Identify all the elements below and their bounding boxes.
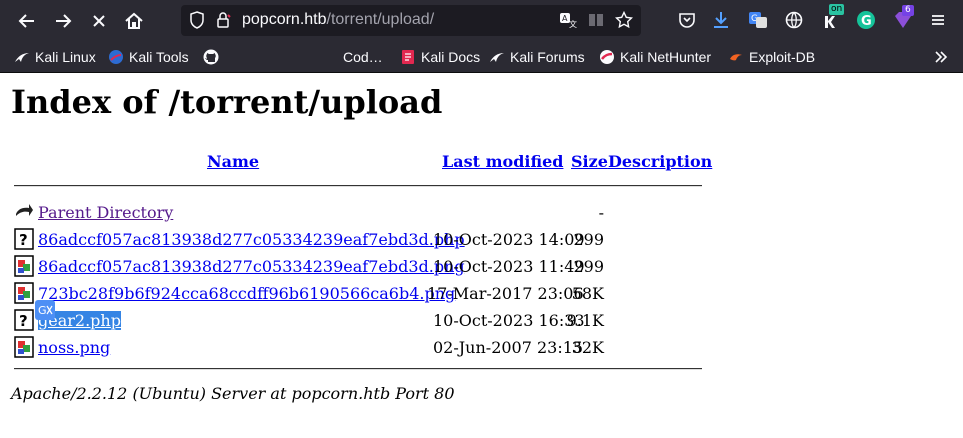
- image-file-icon: [14, 255, 34, 277]
- translate-selection-icon[interactable]: G: [35, 300, 55, 320]
- menu-button[interactable]: [928, 10, 948, 30]
- svg-text:G: G: [861, 14, 872, 29]
- on-badge: on: [829, 4, 845, 15]
- bookmark-kali-docs[interactable]: Kali Docs: [400, 47, 480, 67]
- bookmark-label: Kali Docs: [421, 49, 481, 65]
- file-size: 32K: [571, 338, 604, 357]
- image-file-icon: [14, 336, 34, 358]
- svg-text:?: ?: [19, 231, 28, 249]
- chevron-double-right-icon: [935, 51, 948, 63]
- bookmark-label: Exploit-DB: [749, 49, 816, 65]
- file-link[interactable]: 86adccf057ac813938d277c05334239eaf7ebd3d…: [38, 257, 465, 276]
- bookmark-kali-linux[interactable]: Kali Linux: [14, 47, 96, 67]
- bookmark-label: Kali Forums: [510, 49, 585, 65]
- hamburger-icon: [932, 15, 944, 25]
- file-link[interactable]: noss.png: [38, 338, 110, 357]
- bookmark-github[interactable]: [203, 47, 224, 67]
- back-icon: [16, 204, 33, 216]
- bookmark-kali-nethunter[interactable]: Kali NetHunter: [599, 47, 711, 67]
- last-modified: 02-Jun-2007 23:15: [433, 338, 584, 357]
- divider: [14, 368, 702, 370]
- column-header-description[interactable]: Description: [608, 152, 712, 171]
- bookmark-label: Kali NetHunter: [620, 49, 712, 65]
- grammarly-icon[interactable]: G: [856, 10, 876, 30]
- table-row: 86adccf057ac813938d277c05334239eaf7ebd3d…: [0, 254, 963, 281]
- bookmarks-toolbar: Kali Linux Kali Tools Cod… Kali Docs Kal…: [0, 42, 963, 73]
- back-button[interactable]: [14, 8, 40, 34]
- bookmarks-overflow-button[interactable]: [933, 47, 954, 67]
- reader-view-icon[interactable]: [587, 11, 605, 29]
- page-content: Index of /torrent/upload Name Last modif…: [0, 73, 963, 438]
- arrow-left-icon: [18, 14, 34, 28]
- close-icon: [93, 15, 105, 27]
- arrow-right-icon: [56, 14, 72, 28]
- download-icon[interactable]: [711, 10, 731, 30]
- pocket-icon[interactable]: [677, 10, 697, 30]
- kali-forums-icon: [490, 53, 504, 62]
- file-link[interactable]: Parent Directory: [38, 203, 173, 222]
- table-row: Parent Directory -: [0, 200, 963, 227]
- bookmark-star-icon[interactable]: [614, 10, 634, 29]
- unknown-file-icon: ?: [14, 309, 34, 331]
- bookmark-label: Cod…: [343, 49, 383, 65]
- last-modified: 10-Oct-2023 14:09: [433, 230, 585, 249]
- table-row: 723bc28f9b6f924cca68ccdff96b6190566ca6b4…: [0, 281, 963, 308]
- url-text[interactable]: popcorn.htb/torrent/upload/: [242, 11, 434, 29]
- server-signature: Apache/2.2.12 (Ubuntu) Server at popcorn…: [11, 384, 455, 403]
- last-modified: 10-Oct-2023 16:33: [433, 311, 585, 330]
- extension-badge-icon[interactable]: 6: [893, 5, 914, 30]
- translate-extension-icon[interactable]: G: [748, 10, 768, 30]
- bookmark-label: Kali Tools: [129, 49, 189, 65]
- shield-icon[interactable]: [189, 11, 205, 29]
- hackbar-icon[interactable]: on: [820, 4, 845, 30]
- column-header-size[interactable]: Size: [571, 152, 608, 171]
- table-row: noss.png 02-Jun-2007 23:15 32K: [0, 335, 963, 362]
- bookmark-cod[interactable]: Cod…: [343, 47, 383, 67]
- home-icon: [125, 12, 143, 29]
- image-file-icon: [14, 282, 34, 304]
- file-size: -: [598, 203, 604, 222]
- svg-text:G: G: [38, 304, 47, 317]
- page-title: Index of /torrent/upload: [11, 83, 443, 121]
- file-size: 299: [573, 230, 604, 249]
- stop-button[interactable]: [86, 8, 112, 34]
- table-row: ? 86adccf057ac813938d277c05334239eaf7ebd…: [0, 227, 963, 254]
- file-size: 9.1K: [566, 311, 604, 330]
- svg-text:文: 文: [569, 19, 577, 29]
- table-row: ? gear2.php 10-Oct-2023 16:33 9.1K: [0, 308, 963, 335]
- lock-icon[interactable]: [215, 11, 231, 29]
- browser-toolbar: popcorn.htb/torrent/upload/ A文 G on G 6: [0, 0, 963, 42]
- column-header-name[interactable]: Name: [207, 152, 259, 171]
- file-link[interactable]: 723bc28f9b6f924cca68ccdff96b6190566ca6b4…: [38, 284, 455, 303]
- address-bar[interactable]: popcorn.htb/torrent/upload/ A文: [181, 5, 641, 36]
- bookmark-label: Kali Linux: [35, 49, 96, 65]
- file-size: 58K: [571, 284, 604, 303]
- unknown-file-icon: ?: [14, 228, 34, 250]
- bookmark-kali-forums[interactable]: Kali Forums: [489, 47, 585, 67]
- svg-text:?: ?: [19, 312, 28, 330]
- kali-dragon-icon: [15, 53, 29, 62]
- svg-text:A: A: [562, 14, 568, 23]
- translate-icon[interactable]: A文: [559, 11, 577, 29]
- bookmark-exploit-db[interactable]: Exploit-DB: [728, 47, 815, 67]
- forward-button[interactable]: [50, 8, 76, 34]
- exploit-db-icon: [730, 54, 742, 61]
- file-link[interactable]: 86adccf057ac813938d277c05334239eaf7ebd3d…: [38, 230, 465, 249]
- kali-tools-icon: [109, 50, 123, 64]
- last-modified: 10-Oct-2023 11:49: [433, 257, 585, 276]
- column-header-last-modified[interactable]: Last modified: [442, 152, 563, 171]
- count-badge: 6: [902, 5, 914, 16]
- url-host: popcorn.htb: [242, 11, 327, 28]
- nethunter-icon: [600, 50, 614, 64]
- bookmark-kali-tools[interactable]: Kali Tools: [108, 47, 189, 67]
- github-icon: [203, 49, 219, 65]
- globe-icon[interactable]: [784, 10, 804, 30]
- divider: [14, 185, 702, 187]
- kali-docs-icon: [402, 50, 414, 64]
- file-size: 299: [573, 257, 604, 276]
- last-modified: 17-Mar-2017 23:06: [427, 284, 584, 303]
- url-path: /torrent/upload/: [326, 11, 435, 28]
- home-button[interactable]: [121, 8, 147, 34]
